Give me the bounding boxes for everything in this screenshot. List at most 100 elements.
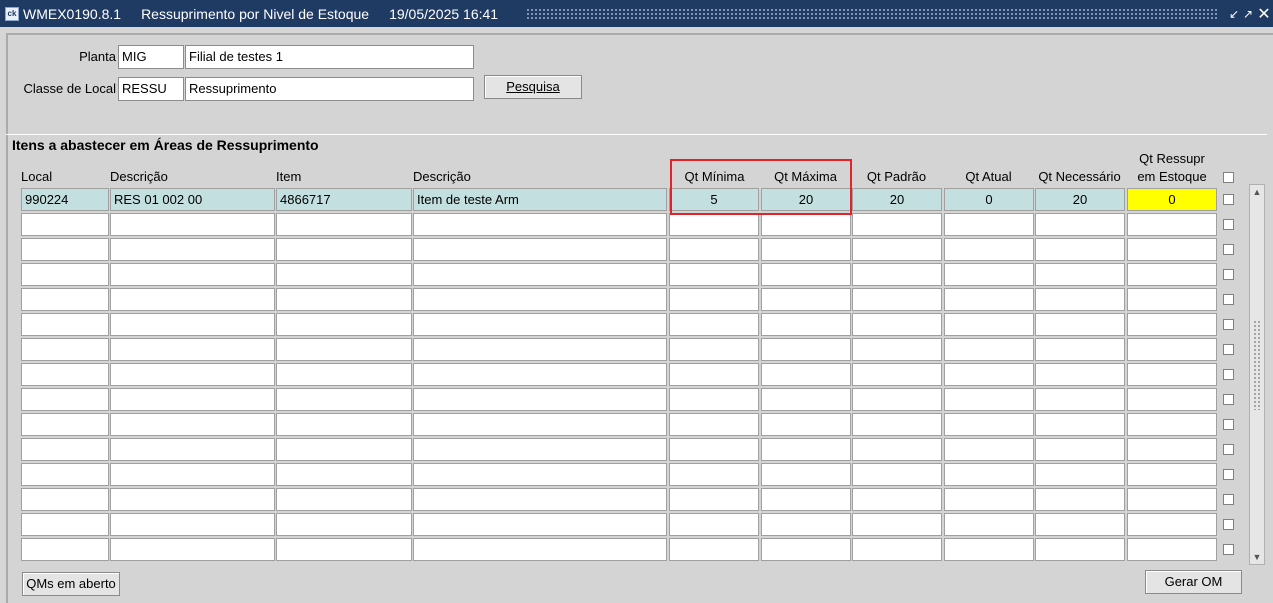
cell-descricao2[interactable]: Item de teste Arm	[413, 188, 667, 211]
cell-item[interactable]: 4866717	[276, 188, 412, 211]
cell-qt-maxima[interactable]	[761, 213, 851, 236]
cell-qt-maxima[interactable]	[761, 263, 851, 286]
cell-qt-maxima[interactable]	[761, 538, 851, 561]
cell-descricao1[interactable]	[110, 463, 275, 486]
cell-item[interactable]	[276, 313, 412, 336]
cell-qt-minima[interactable]	[669, 388, 759, 411]
cell-qt-minima[interactable]	[669, 238, 759, 261]
cell-item[interactable]	[276, 338, 412, 361]
cell-qt-padrao[interactable]	[852, 313, 942, 336]
cell-descricao1[interactable]	[110, 288, 275, 311]
cell-local[interactable]	[21, 463, 109, 486]
cell-descricao2[interactable]	[413, 488, 667, 511]
cell-descricao2[interactable]	[413, 413, 667, 436]
cell-qt-maxima[interactable]	[761, 463, 851, 486]
cell-descricao1[interactable]	[110, 513, 275, 536]
cell-local[interactable]	[21, 213, 109, 236]
cell-qt-atual[interactable]	[944, 463, 1034, 486]
planta-desc-field[interactable]: Filial de testes 1	[185, 45, 474, 69]
cell-qt-ressupr[interactable]	[1127, 413, 1217, 436]
cell-qt-atual[interactable]	[944, 513, 1034, 536]
cell-descricao2[interactable]	[413, 363, 667, 386]
pesquisa-button[interactable]: Pesquisa	[484, 75, 582, 99]
cell-qt-maxima[interactable]	[761, 513, 851, 536]
cell-qt-maxima[interactable]	[761, 288, 851, 311]
row-checkbox[interactable]	[1223, 544, 1234, 555]
cell-local[interactable]	[21, 413, 109, 436]
row-checkbox[interactable]	[1223, 469, 1234, 480]
cell-descricao2[interactable]	[413, 338, 667, 361]
cell-qt-necessario[interactable]	[1035, 213, 1125, 236]
cell-item[interactable]	[276, 438, 412, 461]
cell-local[interactable]	[21, 513, 109, 536]
cell-descricao2[interactable]	[413, 538, 667, 561]
cell-descricao1[interactable]	[110, 388, 275, 411]
cell-descricao1[interactable]	[110, 263, 275, 286]
cell-qt-necessario[interactable]	[1035, 388, 1125, 411]
cell-qt-maxima[interactable]	[761, 438, 851, 461]
cell-qt-minima[interactable]	[669, 363, 759, 386]
cell-qt-padrao[interactable]	[852, 463, 942, 486]
cell-qt-ressupr[interactable]	[1127, 538, 1217, 561]
cell-qt-minima[interactable]	[669, 263, 759, 286]
cell-qt-maxima[interactable]: 20	[761, 188, 851, 211]
cell-qt-maxima[interactable]	[761, 313, 851, 336]
cell-qt-maxima[interactable]	[761, 388, 851, 411]
close-icon[interactable]: ✕	[1255, 4, 1273, 24]
cell-qt-minima[interactable]	[669, 338, 759, 361]
row-checkbox[interactable]	[1223, 269, 1234, 280]
cell-qt-minima[interactable]	[669, 438, 759, 461]
cell-qt-necessario[interactable]	[1035, 238, 1125, 261]
maximize-icon[interactable]: ↗	[1241, 7, 1255, 21]
cell-local[interactable]	[21, 488, 109, 511]
cell-descricao2[interactable]	[413, 313, 667, 336]
cell-descricao2[interactable]	[413, 513, 667, 536]
scroll-grip[interactable]	[1253, 320, 1261, 410]
cell-qt-ressupr[interactable]	[1127, 238, 1217, 261]
cell-qt-minima[interactable]	[669, 463, 759, 486]
cell-qt-atual[interactable]	[944, 413, 1034, 436]
cell-descricao2[interactable]	[413, 213, 667, 236]
row-checkbox[interactable]	[1223, 244, 1234, 255]
cell-qt-ressupr[interactable]	[1127, 488, 1217, 511]
cell-descricao1[interactable]	[110, 213, 275, 236]
cell-qt-necessario[interactable]	[1035, 263, 1125, 286]
row-checkbox[interactable]	[1223, 494, 1234, 505]
row-checkbox[interactable]	[1223, 369, 1234, 380]
qms-em-aberto-button[interactable]: QMs em aberto	[22, 572, 120, 596]
cell-local[interactable]	[21, 288, 109, 311]
cell-local[interactable]	[21, 238, 109, 261]
cell-qt-minima[interactable]	[669, 488, 759, 511]
cell-local[interactable]: 990224	[21, 188, 109, 211]
classe-desc-field[interactable]: Ressuprimento	[185, 77, 474, 101]
cell-qt-atual[interactable]	[944, 263, 1034, 286]
cell-item[interactable]	[276, 463, 412, 486]
cell-qt-ressupr[interactable]	[1127, 438, 1217, 461]
select-all-checkbox[interactable]	[1223, 172, 1234, 183]
row-checkbox[interactable]	[1223, 419, 1234, 430]
cell-qt-ressupr[interactable]	[1127, 313, 1217, 336]
cell-descricao1[interactable]	[110, 313, 275, 336]
cell-qt-necessario[interactable]	[1035, 288, 1125, 311]
cell-qt-maxima[interactable]	[761, 238, 851, 261]
cell-qt-ressupr[interactable]	[1127, 338, 1217, 361]
cell-qt-maxima[interactable]	[761, 488, 851, 511]
cell-qt-necessario[interactable]	[1035, 313, 1125, 336]
row-checkbox[interactable]	[1223, 394, 1234, 405]
cell-item[interactable]	[276, 538, 412, 561]
cell-local[interactable]	[21, 538, 109, 561]
cell-descricao1[interactable]	[110, 338, 275, 361]
cell-qt-padrao[interactable]	[852, 488, 942, 511]
cell-descricao2[interactable]	[413, 388, 667, 411]
cell-qt-padrao[interactable]	[852, 388, 942, 411]
cell-descricao1[interactable]	[110, 488, 275, 511]
cell-qt-padrao[interactable]	[852, 438, 942, 461]
cell-qt-ressupr[interactable]	[1127, 388, 1217, 411]
cell-qt-padrao[interactable]	[852, 263, 942, 286]
cell-local[interactable]	[21, 263, 109, 286]
cell-qt-necessario[interactable]	[1035, 538, 1125, 561]
cell-descricao2[interactable]	[413, 438, 667, 461]
cell-qt-minima[interactable]	[669, 413, 759, 436]
cell-qt-ressupr[interactable]	[1127, 213, 1217, 236]
cell-item[interactable]	[276, 513, 412, 536]
